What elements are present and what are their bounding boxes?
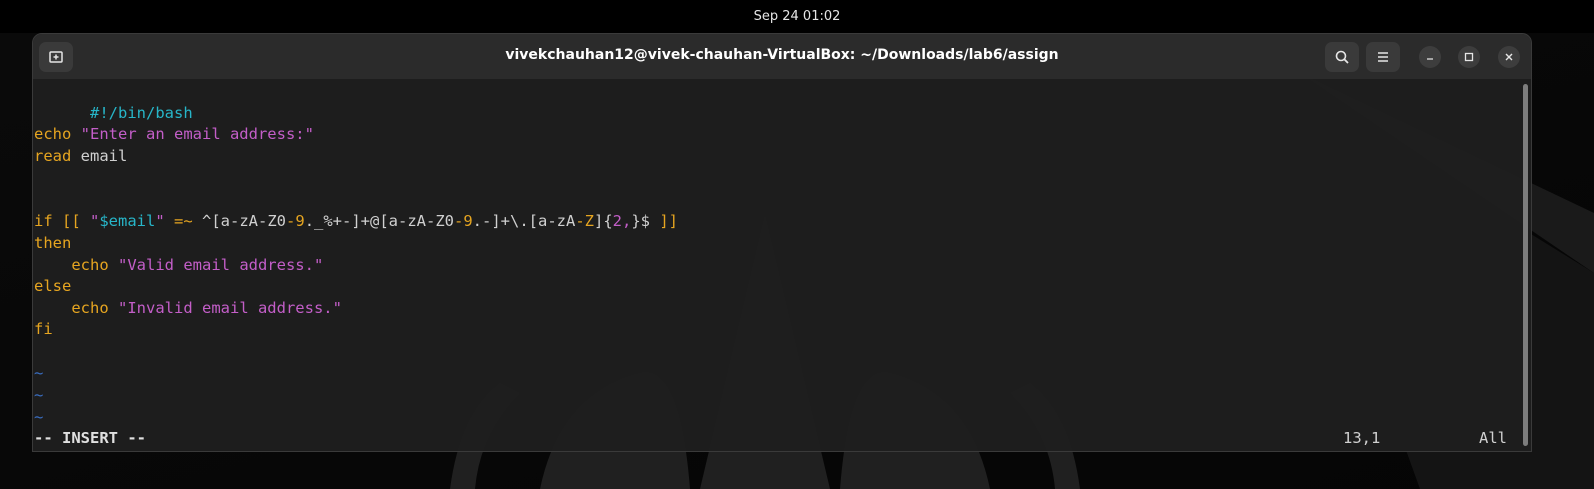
read-argument: email bbox=[71, 147, 128, 165]
code-line: echo "Valid email address." bbox=[34, 254, 323, 276]
window-title: vivekchauhan12@vivek-chauhan-VirtualBox:… bbox=[505, 47, 1059, 63]
regex-part: ^[a-zA-Z0 bbox=[202, 212, 287, 230]
then-keyword: then bbox=[34, 234, 72, 252]
empty-line-marker: ~ bbox=[34, 364, 44, 382]
cursor-position: 13,1 bbox=[1343, 429, 1381, 447]
fi-keyword: fi bbox=[34, 320, 53, 338]
maximize-icon bbox=[1464, 52, 1474, 62]
quote: " bbox=[90, 212, 100, 230]
test-open: [[ bbox=[52, 212, 90, 230]
code-line: if [[ "$email" =~ ^[a-zA-Z0-9._%+-]+@[a-… bbox=[34, 210, 678, 232]
minimize-icon bbox=[1427, 58, 1433, 60]
string-literal: "Enter an email address:" bbox=[80, 125, 314, 143]
empty-line-marker: ~ bbox=[34, 386, 44, 404]
echo-command: echo bbox=[71, 256, 109, 274]
code-line: echo "Invalid email address." bbox=[34, 297, 342, 319]
close-icon bbox=[1505, 53, 1513, 61]
shebang: #!/bin/bash bbox=[90, 104, 193, 122]
search-icon bbox=[1335, 50, 1349, 64]
code-line: #!/bin/bash bbox=[34, 80, 193, 122]
regex-part: -9 bbox=[454, 212, 473, 230]
else-keyword: else bbox=[34, 277, 72, 295]
string-literal: "Invalid email address." bbox=[118, 299, 342, 317]
empty-line-marker: ~ bbox=[34, 408, 44, 426]
regex-part: ]{ bbox=[594, 212, 613, 230]
top-bar: Sep 24 01:02 bbox=[0, 0, 1594, 33]
quote: " bbox=[155, 212, 165, 230]
code-line: read email bbox=[34, 145, 127, 167]
scrollbar[interactable] bbox=[1523, 84, 1528, 446]
code-line: fi bbox=[34, 318, 53, 340]
hamburger-menu-icon bbox=[1378, 52, 1388, 62]
scroll-indicator: All bbox=[1479, 429, 1507, 447]
vim-mode-indicator: -- INSERT -- bbox=[34, 429, 146, 447]
maximize-button[interactable] bbox=[1458, 46, 1480, 68]
variable: $email bbox=[99, 212, 156, 230]
terminal-window[interactable]: vivekchauhan12@vivek-chauhan-VirtualBox:… bbox=[32, 33, 1532, 452]
code-line: echo "Enter an email address:" bbox=[34, 123, 314, 145]
regex-part: }$ bbox=[631, 212, 651, 230]
regex-part: -9 bbox=[286, 212, 305, 230]
echo-command: echo bbox=[71, 299, 109, 317]
menu-button[interactable] bbox=[1366, 42, 1400, 72]
regex-operator: =~ bbox=[164, 212, 203, 230]
regex-part: -Z bbox=[575, 212, 594, 230]
search-button[interactable] bbox=[1325, 42, 1359, 72]
string-literal: "Valid email address." bbox=[118, 256, 324, 274]
regex-part: 2, bbox=[612, 212, 632, 230]
test-close: ]] bbox=[650, 212, 679, 230]
read-command: read bbox=[34, 147, 72, 165]
regex-part: ._%+-]+@[a-zA-Z0 bbox=[304, 212, 454, 230]
close-button[interactable] bbox=[1498, 46, 1520, 68]
minimize-button[interactable] bbox=[1419, 46, 1441, 68]
code-line: then bbox=[34, 232, 71, 254]
clock[interactable]: Sep 24 01:02 bbox=[754, 9, 841, 24]
editor-content[interactable]: #!/bin/bash echo "Enter an email address… bbox=[33, 80, 1521, 451]
regex-part: .-]+\.[a-zA bbox=[472, 212, 576, 230]
echo-command: echo bbox=[34, 125, 72, 143]
if-keyword: if bbox=[34, 212, 53, 230]
code-line: else bbox=[34, 275, 71, 297]
title-bar[interactable]: vivekchauhan12@vivek-chauhan-VirtualBox:… bbox=[33, 34, 1531, 79]
